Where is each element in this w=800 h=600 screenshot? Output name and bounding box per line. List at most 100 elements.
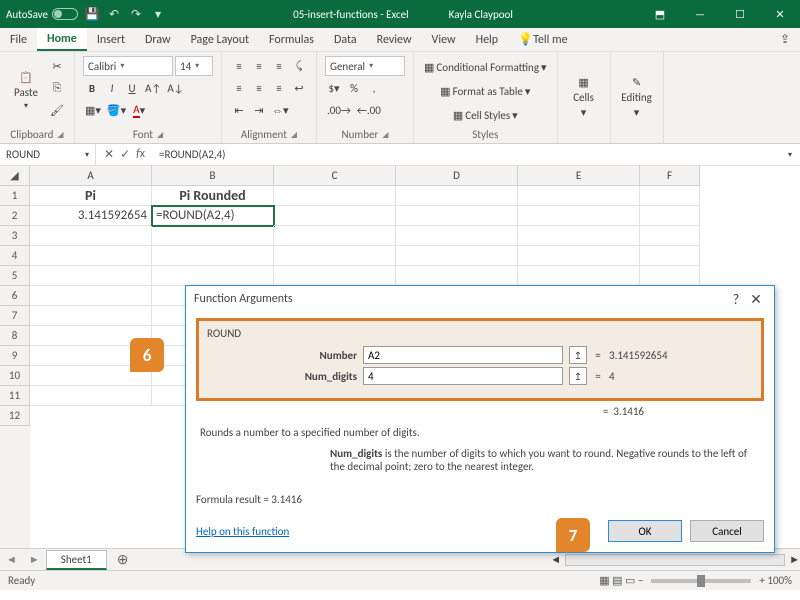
enter-formula-icon[interactable]: ✓ [120, 147, 130, 162]
cell[interactable] [396, 246, 518, 266]
cancel-formula-icon[interactable]: ✕ [104, 147, 114, 162]
minimize-icon[interactable]: — [680, 0, 720, 28]
help-icon[interactable]: ? [726, 291, 746, 308]
cell[interactable] [396, 226, 518, 246]
formula-input[interactable]: =ROUND(A2,4) [153, 148, 780, 161]
align-middle-button[interactable]: ≡ [250, 56, 268, 76]
cell[interactable] [518, 226, 640, 246]
number-format-combo[interactable]: General▾ [325, 56, 405, 76]
cell[interactable] [30, 306, 152, 326]
cell-b2[interactable]: =ROUND(A2,4) [152, 206, 274, 226]
tab-review[interactable]: Review [367, 28, 422, 51]
tab-data[interactable]: Data [324, 28, 367, 51]
name-box[interactable]: ROUND▾ [0, 144, 96, 165]
zoom-in-icon[interactable]: + [759, 574, 764, 587]
tab-page-layout[interactable]: Page Layout [181, 28, 259, 51]
maximize-icon[interactable]: ☐ [720, 0, 760, 28]
cell[interactable] [274, 246, 396, 266]
cell[interactable] [396, 186, 518, 206]
format-painter-button[interactable]: 🖌 [48, 100, 66, 120]
sheet-nav-prev-icon[interactable]: ◄ [0, 553, 23, 566]
cell[interactable] [640, 206, 700, 226]
bold-button[interactable]: B [83, 78, 101, 98]
undo-icon[interactable]: ↶ [106, 6, 122, 22]
font-name-combo[interactable]: Calibri▾ [83, 56, 173, 76]
tab-insert[interactable]: Insert [87, 28, 135, 51]
decrease-indent-button[interactable]: ⇤ [230, 100, 248, 120]
row-header[interactable]: 5 [0, 266, 30, 286]
cut-button[interactable]: ✂ [48, 56, 66, 76]
cell-styles-button[interactable]: ▦ Cell Styles ▾ [422, 104, 549, 126]
tab-home[interactable]: Home [37, 28, 87, 51]
cell[interactable] [396, 206, 518, 226]
cell[interactable] [30, 286, 152, 306]
hscroll-right-icon[interactable]: ► [789, 553, 800, 566]
underline-button[interactable]: U [123, 78, 141, 98]
cell[interactable] [274, 186, 396, 206]
cell[interactable] [518, 186, 640, 206]
row-header[interactable]: 11 [0, 386, 30, 406]
row-header[interactable]: 10 [0, 366, 30, 386]
copy-button[interactable]: ⎘ [48, 78, 66, 98]
decrease-decimal-button[interactable]: ←.00 [355, 100, 383, 120]
orientation-button[interactable]: ⤹ [290, 56, 308, 76]
font-color-button[interactable]: A▾ [130, 100, 148, 120]
cell[interactable] [640, 186, 700, 206]
select-all-corner[interactable]: ◢ [0, 166, 30, 186]
tab-help[interactable]: Help [466, 28, 509, 51]
cell[interactable] [274, 266, 396, 286]
row-header[interactable]: 9 [0, 346, 30, 366]
row-header[interactable]: 7 [0, 306, 30, 326]
italic-button[interactable]: I [103, 78, 121, 98]
col-header[interactable]: D [396, 166, 518, 186]
accounting-button[interactable]: $▾ [325, 78, 343, 98]
cell[interactable] [518, 266, 640, 286]
cell[interactable] [518, 206, 640, 226]
col-header[interactable]: B [152, 166, 274, 186]
merge-button[interactable]: ⇔▾ [270, 100, 291, 120]
percent-button[interactable]: % [345, 78, 363, 98]
cell[interactable] [152, 246, 274, 266]
ok-button[interactable]: OK [608, 520, 682, 542]
row-header[interactable]: 12 [0, 406, 30, 426]
share-button[interactable]: ⇪ [770, 28, 800, 51]
col-header[interactable]: E [518, 166, 640, 186]
dialog-launcher-icon[interactable]: ◢ [382, 130, 388, 140]
cell[interactable] [152, 226, 274, 246]
shrink-font-button[interactable]: A↓ [165, 78, 185, 98]
col-header[interactable]: A [30, 166, 152, 186]
arg-number-input[interactable] [363, 346, 563, 364]
ribbon-options-icon[interactable]: ⬒ [640, 0, 680, 28]
row-header[interactable]: 2 [0, 206, 30, 226]
cell-a1[interactable]: Pi [30, 186, 152, 206]
wrap-text-button[interactable]: ↩ [290, 78, 308, 98]
col-header[interactable]: C [274, 166, 396, 186]
cell[interactable] [396, 266, 518, 286]
help-link[interactable]: Help on this function [196, 525, 289, 538]
cell-b1[interactable]: Pi Rounded [152, 186, 274, 206]
align-top-button[interactable]: ≡ [230, 56, 248, 76]
fx-icon[interactable]: fx [136, 147, 145, 162]
view-page-layout-icon[interactable]: ▤ [612, 574, 622, 587]
horizontal-scrollbar[interactable] [565, 554, 785, 566]
close-icon[interactable]: ✕ [746, 291, 766, 308]
cancel-button[interactable]: Cancel [690, 520, 764, 542]
row-header[interactable]: 3 [0, 226, 30, 246]
row-header[interactable]: 8 [0, 326, 30, 346]
border-button[interactable]: ▦▾ [83, 100, 103, 120]
arg-numdigits-input[interactable] [363, 367, 563, 385]
editing-button[interactable]: ✎Editing▾ [619, 56, 655, 139]
sheet-tab[interactable]: Sheet1 [46, 550, 107, 570]
cell[interactable] [640, 226, 700, 246]
view-normal-icon[interactable]: ▦ [599, 574, 609, 587]
tab-file[interactable]: File [0, 28, 37, 51]
cell[interactable] [152, 266, 274, 286]
col-header[interactable]: F [640, 166, 700, 186]
cell[interactable] [274, 226, 396, 246]
cell[interactable] [640, 266, 700, 286]
zoom-out-icon[interactable]: − [638, 574, 643, 587]
sheet-nav-next-icon[interactable]: ► [23, 553, 46, 566]
range-selector-icon[interactable]: ↥ [569, 346, 587, 364]
align-left-button[interactable]: ≡ [230, 78, 248, 98]
align-bottom-button[interactable]: ≡ [270, 56, 288, 76]
